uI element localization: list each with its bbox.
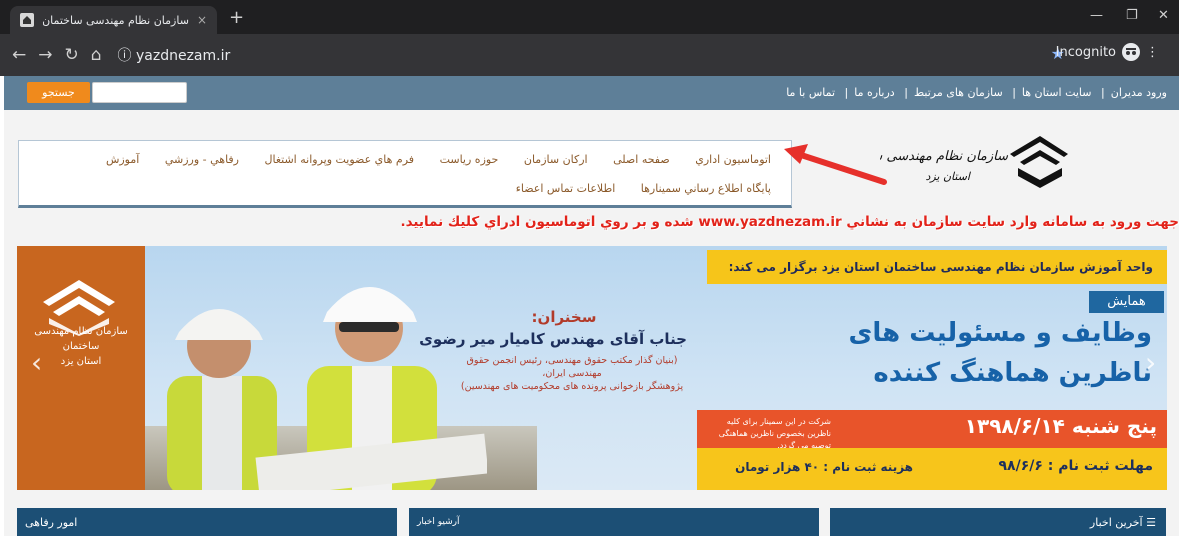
menu-item-presidency[interactable]: حوزه رياست <box>440 153 499 166</box>
browser-tab-strip: سازمان نظام مهندسی ساختمان استان یزد × +… <box>0 0 1179 34</box>
search-button[interactable]: جستجو <box>27 82 90 103</box>
welfare-header: امور رفاهی <box>17 508 397 536</box>
site-top-nav: ورود مديران | سايت استان ها | سازمان های م… <box>4 76 1179 110</box>
logo-text-line2: استان یزد <box>925 170 971 183</box>
url-text: yazdnezam.ir <box>136 48 231 64</box>
speaker-description: (بنیان گذار مکتب حقوق مهندسی، رئیس انجمن… <box>457 354 687 393</box>
slider-prev-arrow-icon[interactable]: ‹ <box>31 346 42 379</box>
main-menu-row-1: اتوماسيون اداري صفحه اصلی ارکان سازمان ح… <box>84 153 771 166</box>
main-menu-row-2: پايگاه اطلاع رساني سمينارها اطلاعات تماس… <box>494 182 771 195</box>
menu-item-welfare-sports[interactable]: رفاهي - ورزشي <box>165 153 239 166</box>
main-menu: اتوماسيون اداري صفحه اصلی ارکان سازمان ح… <box>18 140 792 208</box>
logo-mark-icon <box>1010 136 1068 188</box>
address-bar[interactable]: ⓘ yazdnezam.ir <box>118 45 231 65</box>
nav-separator: | <box>1101 86 1105 99</box>
back-icon[interactable]: ← <box>12 45 26 65</box>
list-icon: ☰ <box>1146 516 1156 529</box>
tab-close-icon[interactable]: × <box>197 13 207 27</box>
top-nav-links: ورود مديران | سايت استان ها | سازمان های م… <box>786 86 1167 99</box>
registration-cost: هزینه ثبت نام : ۴۰ هزار تومان <box>735 460 913 474</box>
welfare-title[interactable]: امور رفاهی <box>25 516 77 529</box>
nav-link-about[interactable]: درباره ما <box>854 86 894 99</box>
menu-item-office-automation[interactable]: اتوماسيون اداري <box>695 153 771 166</box>
menu-item-organization-pillars[interactable]: ارکان سازمان <box>524 153 588 166</box>
nav-separator: | <box>1012 86 1016 99</box>
seminar-banner[interactable]: سازمان نظام مهندسی ساختمان استان یزد واح… <box>17 246 1167 490</box>
banner-date-strip: شرکت در این سمینار برای کلیه ناظرین بخصو… <box>697 410 1167 450</box>
nav-separator: | <box>844 86 849 99</box>
menu-item-education[interactable]: آموزش <box>106 153 139 166</box>
menu-item-seminars-portal[interactable]: پايگاه اطلاع رساني سمينارها <box>641 182 771 195</box>
site-favicon-icon <box>20 13 34 27</box>
incognito-icon <box>1122 43 1140 61</box>
reload-icon[interactable]: ↻ <box>65 45 79 65</box>
slider-next-arrow-icon[interactable]: › <box>1145 346 1156 379</box>
logo-text-line1: سازمان نظام مهندسی ساختمان <box>880 149 1009 164</box>
browser-tab[interactable]: سازمان نظام مهندسی ساختمان استان یزد × <box>10 6 217 34</box>
announcement-text: جهت ورود به سامانه وارد سايت سازمان به ن… <box>400 214 1179 230</box>
restore-button[interactable]: ❐ <box>1126 8 1138 23</box>
menu-item-member-contact[interactable]: اطلاعات تماس اعضاء <box>516 182 616 195</box>
seminar-date: پنج شنبه ۱۳۹۸/۶/۱۴ <box>964 414 1157 438</box>
nav-separator: | <box>904 86 908 99</box>
latest-news-header: ☰ آخرین اخبار <box>830 508 1166 536</box>
news-archive-header: آرشیو اخبار <box>409 508 819 536</box>
page: سازمان نظام مهندسی ساختمان استان یزد × +… <box>0 0 1179 536</box>
speaker-desc-line2: پژوهشگر بازخوانی پرونده های محکومیت های … <box>460 381 684 392</box>
banner-title-line1: وظایف و مسئولیت های <box>848 318 1152 348</box>
org-logo: سازمان نظام مهندسی ساختمان استان یزد <box>880 136 1068 188</box>
speaker-label: سخنران: <box>531 308 597 326</box>
banner-registration-strip: هزینه ثبت نام : ۴۰ هزار تومان مهلت ثبت ن… <box>697 448 1167 490</box>
nav-link-managers-login[interactable]: ورود مديران <box>1111 86 1167 99</box>
registration-deadline: مهلت ثبت نام : ۹۸/۶/۶ <box>998 458 1153 474</box>
browser-toolbar: ← → ↻ ⌂ ⓘ yazdnezam.ir ★ Incognito ⋮ <box>0 34 1179 76</box>
speaker-name: جناب آقای مهندس کامیار میر رضوی <box>419 330 687 348</box>
nav-link-related-orgs[interactable]: سازمان های مرتبط <box>914 86 1003 99</box>
nav-link-provinces[interactable]: سايت استان ها <box>1022 86 1092 99</box>
kebab-menu-icon[interactable]: ⋮ <box>1146 45 1159 60</box>
close-window-button[interactable]: ✕ <box>1158 8 1169 23</box>
participation-note: شرکت در این سمینار برای کلیه ناظرین بخصو… <box>718 417 831 450</box>
news-archive-link[interactable]: آرشیو اخبار <box>417 517 459 527</box>
tab-title: سازمان نظام مهندسی ساختمان استان یزد <box>43 13 189 27</box>
incognito-label: Incognito <box>1055 44 1116 60</box>
latest-news-title: آخرین اخبار <box>1089 516 1143 529</box>
banner-title-line2: ناظرین هماهنگ کننده <box>873 358 1152 388</box>
nav-link-contact[interactable]: تماس با ما <box>786 86 835 99</box>
minimize-button[interactable]: — <box>1090 8 1103 23</box>
forward-icon[interactable]: → <box>38 45 52 65</box>
annotation-arrow-icon <box>784 144 887 185</box>
new-tab-button[interactable]: + <box>229 9 244 27</box>
info-icon[interactable]: ⓘ <box>118 48 132 64</box>
banner-organizer-text: واحد آموزش سازمان نظام مهندسی ساختمان اس… <box>707 250 1167 284</box>
banner-badge: همایش <box>1089 291 1164 313</box>
menu-item-membership-forms[interactable]: فرم هاي عضويت وپروانه اشتغال <box>265 153 415 166</box>
incognito-indicator[interactable]: Incognito ⋮ <box>1056 43 1159 61</box>
speaker-desc-line1: (بنیان گذار مکتب حقوق مهندسی، رئیس انجمن… <box>466 355 678 379</box>
search-input[interactable] <box>92 82 187 103</box>
menu-item-home[interactable]: صفحه اصلی <box>613 153 670 166</box>
home-icon[interactable]: ⌂ <box>91 45 102 65</box>
engineers-illustration <box>167 287 487 490</box>
